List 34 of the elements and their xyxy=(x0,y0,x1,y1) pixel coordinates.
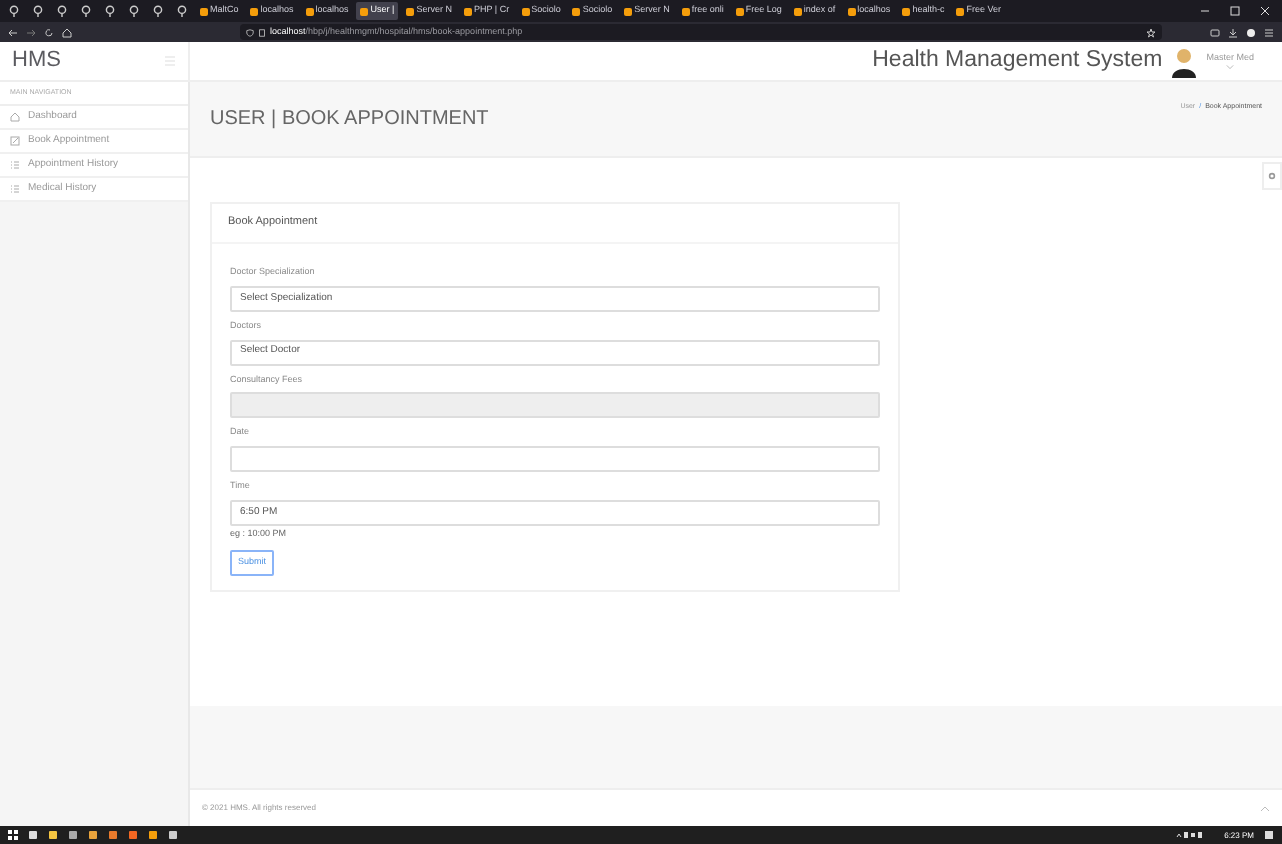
pin-icon[interactable] xyxy=(104,4,116,18)
download-icon[interactable] xyxy=(1228,27,1238,37)
reload-icon[interactable] xyxy=(44,27,54,37)
menu-icon[interactable] xyxy=(1264,27,1274,37)
page-title: USER | BOOK APPOINTMENT xyxy=(210,106,489,134)
page-icon xyxy=(258,27,266,37)
minimize-icon[interactable] xyxy=(1200,6,1210,16)
shield-icon xyxy=(246,27,254,37)
account-icon[interactable] xyxy=(1246,27,1256,37)
edit-icon xyxy=(10,136,20,146)
pin-icon[interactable] xyxy=(56,4,68,18)
pin-icon[interactable] xyxy=(176,4,188,18)
settings-icon xyxy=(1268,172,1276,180)
user-avatar-icon[interactable] xyxy=(1172,45,1197,77)
app-title: Health Management System xyxy=(872,45,1163,76)
notification-icon[interactable] xyxy=(1264,830,1274,840)
settings-button[interactable] xyxy=(1262,162,1282,190)
star-icon[interactable] xyxy=(1146,27,1156,37)
pin-icon[interactable] xyxy=(152,4,164,18)
pin-icon[interactable] xyxy=(32,4,44,18)
list-icon xyxy=(10,160,20,170)
app-logo: HMS xyxy=(12,46,61,77)
input-field[interactable] xyxy=(230,446,880,472)
windows-start-icon[interactable] xyxy=(8,830,18,840)
forward-icon[interactable] xyxy=(26,27,36,37)
pin-icon[interactable] xyxy=(8,4,20,18)
pin-icon[interactable] xyxy=(80,4,92,18)
home-icon xyxy=(10,112,20,122)
close-icon[interactable] xyxy=(1260,6,1270,16)
list-icon xyxy=(10,184,20,194)
pin-icon[interactable] xyxy=(128,4,140,18)
maximize-icon[interactable] xyxy=(1230,6,1240,16)
back-icon[interactable] xyxy=(8,27,18,37)
home-icon[interactable] xyxy=(62,27,72,37)
